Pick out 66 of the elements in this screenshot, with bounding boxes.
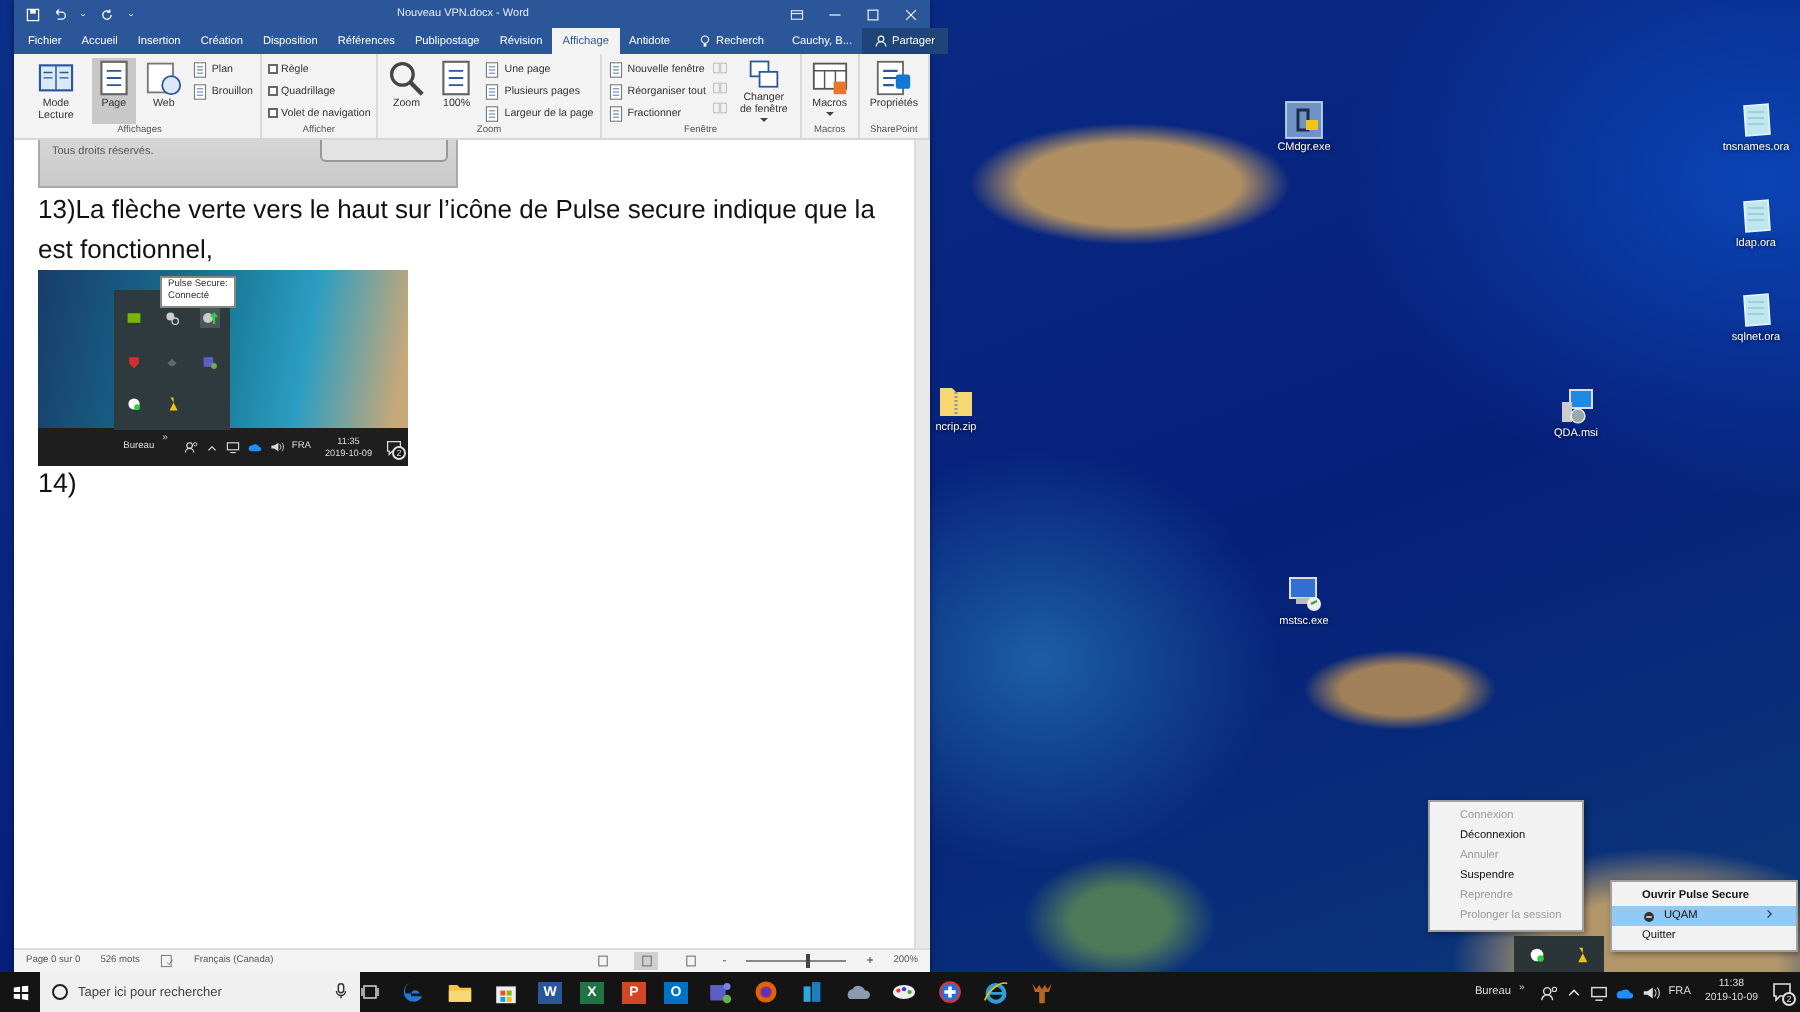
- task-view-icon[interactable]: [360, 982, 380, 1002]
- arrange-icon: [607, 83, 624, 99]
- tray-icon: [202, 353, 219, 370]
- people-icon[interactable]: [1540, 983, 1559, 1001]
- cloud-icon[interactable]: [1616, 983, 1635, 1001]
- outline-icon: [191, 61, 208, 77]
- arrow-up-icon: [200, 308, 221, 329]
- globe-page-icon: [145, 60, 182, 96]
- read-mode-icon: [595, 954, 610, 968]
- search-icon: [50, 982, 70, 1002]
- split-icon: [607, 105, 624, 121]
- properties-icon: [875, 60, 912, 96]
- tray-icon: [163, 353, 180, 370]
- speaker-icon[interactable]: [1642, 983, 1661, 1001]
- tray-icon: [125, 310, 142, 327]
- slider-thumb[interactable]: [806, 954, 811, 968]
- globe-icon: [125, 395, 142, 412]
- print-layout-icon: [639, 954, 654, 968]
- installer-icon: [1556, 386, 1596, 426]
- plus-circle-icon[interactable]: [936, 978, 964, 1006]
- checkbox[interactable]: [267, 108, 278, 118]
- page-zoom-icon: [438, 60, 475, 96]
- ribbon-display-icon[interactable]: [790, 7, 804, 21]
- new-window-icon: [607, 61, 624, 77]
- book-icon: [37, 60, 74, 96]
- proofing-icon[interactable]: [159, 954, 174, 968]
- caret-up-icon[interactable]: [205, 441, 218, 453]
- checkbox[interactable]: [267, 86, 278, 96]
- globe-icon[interactable]: [1527, 945, 1546, 963]
- refresh-icon[interactable]: [100, 7, 114, 21]
- microphone-icon[interactable]: [332, 982, 350, 1000]
- people-icon[interactable]: [183, 440, 198, 454]
- shield-icon: [125, 353, 142, 370]
- person-icon: [874, 34, 889, 48]
- pages-icon: [484, 83, 501, 99]
- people-chat-icon[interactable]: [706, 978, 734, 1006]
- table-icon: [811, 60, 848, 96]
- monitor-icon[interactable]: [225, 440, 240, 454]
- remote-desktop-icon: [1284, 574, 1324, 614]
- monitor-icon[interactable]: [1590, 983, 1609, 1001]
- draft-icon: [191, 83, 208, 99]
- web-layout-icon: [683, 954, 698, 968]
- application-icon: [1284, 100, 1324, 140]
- scrollbar[interactable]: [914, 140, 930, 948]
- page-icon: [95, 60, 132, 96]
- page-width-icon: [484, 105, 501, 121]
- paragraph: 13)La flèche verte vers le haut sur l’icône de Pulse secure indique que la est fonctionnel,: [38, 192, 877, 268]
- tray-icon: [163, 310, 180, 327]
- maximize-icon[interactable]: [866, 7, 880, 21]
- speaker-icon[interactable]: [269, 440, 284, 454]
- speech-bubble-icon: [1772, 982, 1792, 1002]
- magnifier-icon: [388, 60, 425, 96]
- close-icon[interactable]: [904, 7, 918, 21]
- lightbulb-icon: [698, 34, 713, 48]
- cloud-icon[interactable]: [247, 440, 262, 454]
- paragraph: 14): [38, 468, 77, 498]
- page-icon: [484, 61, 501, 77]
- building-icon[interactable]: [798, 978, 826, 1006]
- chevron-right-icon: [1764, 908, 1776, 920]
- caret-up-icon[interactable]: [1566, 984, 1583, 1000]
- undo-icon[interactable]: [52, 7, 66, 21]
- windows-logo-icon: [11, 983, 29, 1001]
- windows-icon: [745, 60, 782, 90]
- checkbox[interactable]: [267, 64, 278, 74]
- save-icon[interactable]: [26, 7, 40, 21]
- view-button[interactable]: [634, 952, 659, 970]
